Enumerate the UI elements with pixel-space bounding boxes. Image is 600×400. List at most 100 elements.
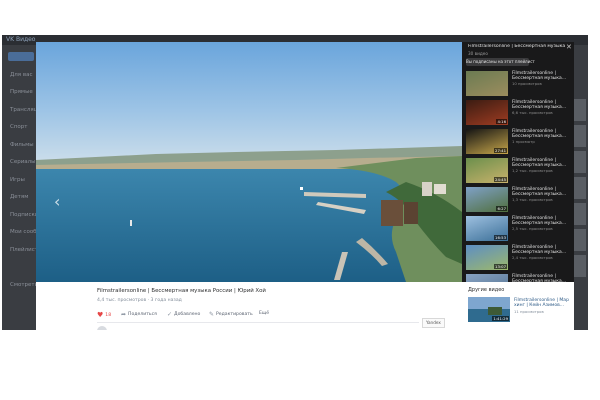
background-sidebar-item: Фильмы [10, 141, 34, 148]
pencil-icon: ✎ [209, 311, 215, 318]
avatar[interactable] [97, 326, 107, 330]
playlist-item-text: Filmstrailersonline | Бессмертная музыка… [512, 129, 570, 144]
playlist-item-name[interactable]: Filmstrailersonline | Бессмертная музыка… [512, 216, 570, 226]
playlist-item-thumbnail[interactable]: 24:45 [466, 158, 508, 183]
playlist-item-duration: 16:53 [494, 235, 507, 240]
background-sidebar-item [2, 259, 36, 277]
more-label: Ещё [259, 311, 270, 316]
yandex-badge[interactable]: Yandex [422, 318, 445, 328]
background-thumb [572, 229, 586, 251]
background-sidebar-item: Спорт [10, 124, 28, 130]
playlist-item-thumbnail[interactable]: 6:27 [466, 187, 508, 212]
playlist-item[interactable]: 6:27 Filmstrailersonline | Бессмертная му… [466, 187, 570, 212]
other-video-text: Filmstrailersonline | Мар хинг | Кейн Аз… [514, 298, 572, 314]
background-thumb [572, 255, 586, 277]
playlist-item-text: Filmstrailersonline | Бессмертная музыка… [512, 100, 570, 115]
background-thumb [572, 99, 586, 121]
share-button[interactable]: ➦ Поделиться [121, 311, 157, 318]
video-info: Filmstrailersonline | Бессмертная музыка… [36, 282, 462, 330]
playlist-item[interactable]: 27:41 Filmstrailersonline | Бессмертная м… [466, 129, 570, 154]
playlist-item-text: Filmstrailersonline | Бессмертная музыка… [512, 158, 570, 173]
playlist-item-views: 1,2 тыс. просмотров [512, 168, 553, 174]
background-sidebar-item: Мои сообщества [10, 229, 36, 235]
playlist-item[interactable]: 16:53 Filmstrailersonline | Бессмертная м… [466, 216, 570, 241]
playlist-item-name[interactable]: Filmstrailersonline | Бессмертная музыка… [512, 187, 570, 197]
close-icon[interactable]: ✕ [566, 43, 572, 51]
more-button[interactable]: Ещё [259, 311, 269, 316]
playlist-item-name[interactable]: Filmstrailersonline | Бессмертная музыка… [512, 274, 570, 282]
other-video-name[interactable]: Filmstrailersonline | Мар хинг | Кейн Аз… [514, 298, 572, 309]
background-sidebar: Для вас Прямые Трансляции Спорт Фильмы Сериал… [2, 49, 36, 294]
playlist-item-text: Filmstrailersonline | Бессмертная музыка… [512, 245, 570, 260]
background-logo: VK Видео [6, 36, 36, 43]
background-sidebar-item: Для вас [10, 71, 33, 78]
edit-label: Редактировать [216, 312, 253, 317]
video-player[interactable]: ‹ [36, 42, 462, 282]
video-meta: 4,4 тыс. просмотров · 3 года назад [97, 298, 182, 303]
playlist-panel: Filmstrailersonline | Бессмертная музыка… [462, 42, 574, 282]
playlist-item-name[interactable]: Filmstrailersonline | Бессмертная музыка… [512, 129, 570, 139]
playlist-item[interactable]: 24:45 Filmstrailersonline | Бессмертная м… [466, 158, 570, 183]
playlist-item-views: 1,3 тыс. просмотров [512, 197, 553, 203]
playlist-item[interactable]: 13:07 Filmstrailersonline | Бессмертная м… [466, 245, 570, 270]
playlist-item-views: 10 просмотров [512, 81, 542, 87]
share-icon: ➦ [121, 311, 127, 318]
playlist-item-name[interactable]: Filmstrailersonline | Бессмертная музыка… [512, 245, 570, 255]
video-title: Filmstrailersonline | Бессмертная музыка… [97, 288, 266, 294]
playlist-item-thumbnail[interactable] [466, 274, 508, 282]
share-label: Поделиться [128, 312, 157, 317]
other-video-item[interactable]: 1:41:29 Filmstrailersonline | Мар хинг |… [468, 297, 572, 322]
background-sidebar-item: Плейлисты [10, 246, 36, 253]
playlist-count: 30 видео [468, 51, 488, 56]
playlist-item[interactable]: Filmstrailersonline | Бессмертная музыка… [466, 274, 570, 282]
background-sidebar-item: Детям [10, 194, 29, 200]
other-videos-section: Другие видео 1:41:29 Filmstrailersonline… [462, 282, 574, 330]
video-frame [36, 42, 462, 282]
check-icon: ✓ [167, 311, 173, 318]
playlist-item-duration: 4:16 [496, 119, 507, 124]
playlist-title[interactable]: Filmstrailersonline | Бессмертная музыка… [468, 44, 566, 49]
playlist-item-name[interactable]: Filmstrailersonline | Бессмертная музыка… [512, 71, 570, 81]
playlist-item-views: 6,6 тыс. просмотров [512, 110, 553, 116]
added-label: Добавлено [174, 312, 201, 317]
background-sidebar-item: Сериалы [10, 159, 36, 165]
heart-icon: ♥ [97, 311, 104, 319]
playlist-item-thumbnail[interactable]: 27:41 [466, 129, 508, 154]
other-video-views: 11 просмотров [514, 308, 544, 314]
playlist-item[interactable]: Filmstrailersonline | Бессмертная музыка… [466, 71, 570, 96]
background-thumb [572, 203, 586, 225]
previous-video-arrow-icon[interactable]: ‹ [54, 192, 60, 211]
playlist-item-thumbnail[interactable] [466, 71, 508, 96]
divider [97, 322, 419, 323]
playlist-item-text: Filmstrailersonline | Бессмертная музыка… [512, 71, 570, 86]
other-video-thumbnail[interactable]: 1:41:29 [468, 297, 510, 322]
playlist-item-views: 2,4 тыс. просмотров [512, 255, 553, 261]
playlist-item-text: Filmstrailersonline | Бессмертная музыка… [512, 216, 570, 231]
playlist-item-name[interactable]: Filmstrailersonline | Бессмертная музыка… [512, 100, 570, 110]
background-sidebar-item: Трансляции [10, 106, 36, 113]
background-thumb [572, 177, 586, 199]
playlist-item-thumbnail[interactable]: 13:07 [466, 245, 508, 270]
playlist-item-duration: 6:27 [496, 206, 507, 211]
playlist-subscribed-button[interactable]: Вы подписаны на этот плейлист [466, 58, 535, 66]
background-sidebar-item: Подписки [10, 211, 36, 218]
playlist-item-duration: 24:45 [494, 177, 507, 182]
like-count: 18 [105, 312, 112, 318]
edit-button[interactable]: ✎ Редактировать [209, 311, 253, 318]
playlist-item-duration: 27:41 [494, 148, 507, 153]
background-thumb [572, 125, 586, 147]
background-sidebar-item: Игры [10, 176, 25, 183]
playlist-item-thumbnail[interactable]: 16:53 [466, 216, 508, 241]
other-video-duration: 1:41:29 [492, 316, 509, 321]
playlist-item-views: 1 просмотр [512, 139, 535, 145]
background-thumb [572, 151, 586, 173]
playlist-item[interactable]: 4:16 Filmstrailersonline | Бессмертная му… [466, 100, 570, 125]
video-modal: ‹ Filmstrailersonline | Бессмертная музы… [36, 42, 574, 330]
playlist-item-views: 2,5 тыс. просмотров [512, 226, 553, 232]
playlist-item-name[interactable]: Filmstrailersonline | Бессмертная музыка… [512, 158, 570, 168]
added-button[interactable]: ✓ Добавлено [167, 311, 200, 318]
playlist-item-text: Filmstrailersonline | Бессмертная музыка… [512, 274, 570, 282]
like-button[interactable]: ♥ 18 [97, 311, 111, 319]
background-sidebar-item: Прямые [10, 89, 33, 95]
playlist-item-thumbnail[interactable]: 4:16 [466, 100, 508, 125]
